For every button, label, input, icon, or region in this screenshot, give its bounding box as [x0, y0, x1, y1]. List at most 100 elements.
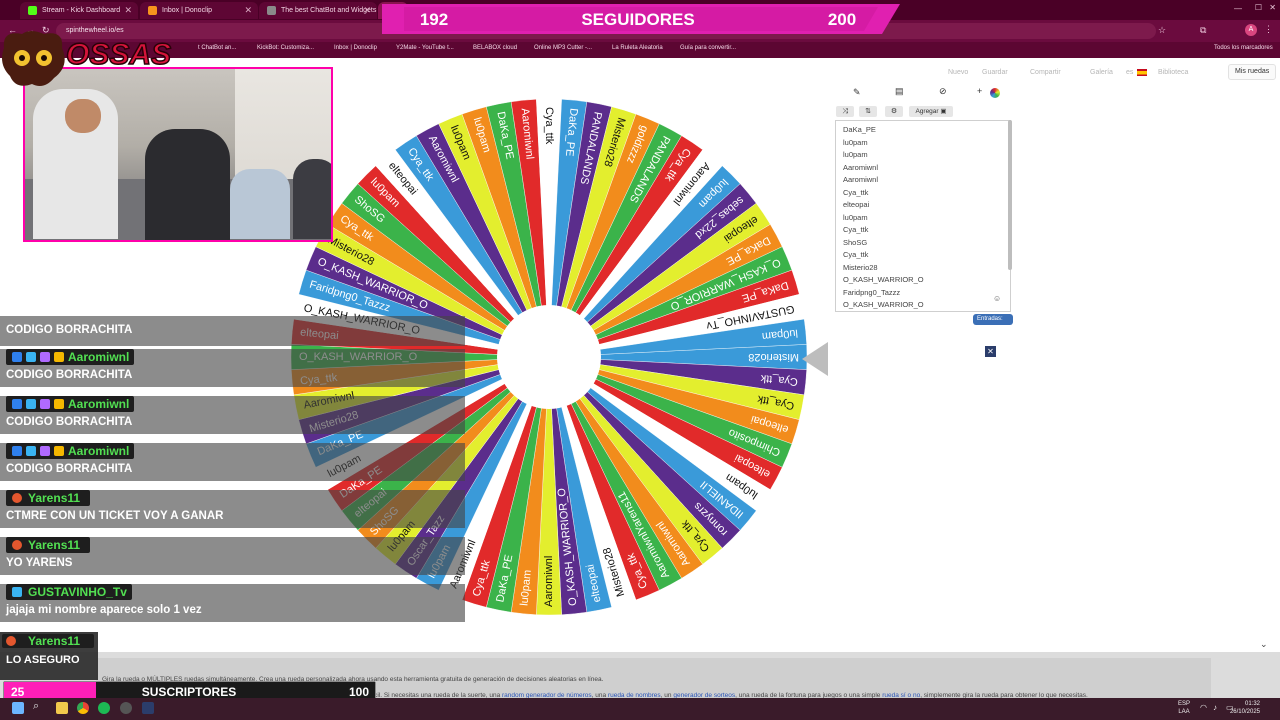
- spotify-icon[interactable]: [98, 702, 110, 714]
- hide-eye-icon[interactable]: ⊘: [939, 86, 947, 97]
- wheel-slice-label: Cya_ttk: [543, 107, 555, 145]
- volume-icon[interactable]: ♪: [1213, 703, 1217, 712]
- pencil-icon[interactable]: ✎: [853, 87, 861, 98]
- entries-scrollbar[interactable]: [1008, 120, 1012, 270]
- chat-username[interactable]: Aaromiwnl: [68, 444, 129, 458]
- clipboard-icon[interactable]: ▤: [895, 86, 904, 97]
- chat-message: Yarens11 LO ASEGURO: [0, 632, 98, 680]
- chat-username[interactable]: Aaromiwnl: [68, 397, 129, 411]
- nav-compartir[interactable]: Compartir: [1030, 69, 1061, 76]
- extensions-icon[interactable]: ⧉: [1200, 25, 1206, 36]
- settings-button[interactable]: ⚙: [885, 106, 903, 117]
- shuffle-button[interactable]: ⤨: [836, 106, 854, 117]
- entries-textarea[interactable]: DaKa_PE lu0pam lu0pam Aaromiwnl Aaromiwnl Cya…: [835, 120, 1011, 312]
- file-explorer-icon[interactable]: [56, 702, 68, 714]
- chat-message: GUSTAVINHO_Tv jajaja mi nombre aparece s…: [0, 584, 465, 622]
- all-bookmarks[interactable]: Todos los marcadores: [1214, 45, 1273, 51]
- chat-message: CODIGO BORRACHITA: [0, 316, 465, 346]
- chatbot-icon: [267, 6, 276, 15]
- bookmark-item[interactable]: t ChatBot an...: [198, 45, 236, 51]
- emoji-icon[interactable]: ☺: [993, 294, 1001, 303]
- close-ad-icon[interactable]: ✕: [985, 346, 996, 357]
- my-wheels-button[interactable]: Mis ruedas: [1228, 64, 1277, 80]
- entry-line: O_KASH_WARRIOR_O: [843, 300, 924, 309]
- sub-badge-icon: [12, 540, 22, 550]
- windows-start-icon[interactable]: [12, 702, 24, 714]
- lang-code: ESP: [1178, 701, 1191, 707]
- crown-badge-icon: [54, 352, 64, 362]
- entries-panel: ✎ ▤ ⊘ + ⤨ ⇅ ⚙ Agregar ▣ DaKa_PE lu0pam lu0…: [835, 84, 1013, 333]
- chat-user-tag: Yarens11: [6, 537, 90, 553]
- profile-avatar[interactable]: A: [1245, 24, 1257, 36]
- followers-current: 192: [420, 10, 448, 29]
- nav-biblioteca[interactable]: Biblioteca: [1158, 69, 1188, 76]
- tab-chatbot[interactable]: The best ChatBot and Widgets ✕: [259, 2, 377, 19]
- nav-guardar[interactable]: Guardar: [982, 69, 1008, 76]
- add-icon[interactable]: +: [977, 86, 982, 96]
- nav-nuevo[interactable]: Nuevo: [948, 69, 968, 76]
- wifi-icon[interactable]: ◠: [1200, 703, 1207, 712]
- menu-icon[interactable]: ⋮: [1264, 24, 1273, 35]
- chat-user-tag: Yarens11: [6, 490, 90, 506]
- sort-button[interactable]: ⇅: [859, 106, 877, 117]
- bookmark-item[interactable]: La Ruleta Aleatoria: [612, 45, 663, 51]
- shield-badge-icon: [26, 352, 36, 362]
- bookmark-item[interactable]: Guía para convertir...: [680, 45, 736, 51]
- person-4: [293, 159, 331, 239]
- person-1-head: [65, 99, 101, 133]
- bookmark-item[interactable]: Online MP3 Cutter -...: [534, 45, 592, 51]
- tab-donoclip[interactable]: Inbox | Donoclip ✕: [140, 2, 258, 19]
- nav-language[interactable]: es: [1126, 69, 1133, 76]
- gift-badge-icon: [40, 446, 50, 456]
- chat-text: YO YARENS: [6, 557, 73, 569]
- lang-layout: LAA: [1178, 709, 1190, 715]
- star-icon[interactable]: ☆: [1158, 25, 1166, 36]
- close-icon[interactable]: ✕: [124, 2, 132, 19]
- nav-galeria[interactable]: Galería: [1090, 69, 1113, 76]
- bookmark-item[interactable]: BELABOX cloud: [473, 45, 517, 51]
- chrome-icon[interactable]: [77, 702, 89, 714]
- maximize-icon[interactable]: ☐: [1255, 3, 1262, 12]
- scroll-down-icon[interactable]: ⌄: [1260, 639, 1268, 650]
- clock-time: 01:32: [1244, 701, 1260, 707]
- shield-badge-icon: [26, 446, 36, 456]
- bookmark-item[interactable]: Y2Mate - YouTube t...: [396, 45, 454, 51]
- entry-line: lu0pam: [843, 137, 868, 147]
- close-window-icon[interactable]: ✕: [1269, 3, 1276, 12]
- gift-badge-icon: [40, 352, 50, 362]
- language-indicator[interactable]: ESP LAA: [1178, 700, 1190, 716]
- close-icon[interactable]: ✕: [244, 2, 252, 19]
- chat-text: CODIGO BORRACHITA: [6, 463, 133, 475]
- system-clock[interactable]: 01:32 26/10/2025: [1230, 700, 1260, 716]
- bookmark-item[interactable]: KickBot: Customiza...: [257, 45, 314, 51]
- add-image-button[interactable]: Agregar ▣: [909, 106, 953, 117]
- search-icon[interactable]: ⌕: [33, 700, 39, 713]
- chat-user-tag: Aaromiwnl: [6, 349, 134, 365]
- verified-badge-icon: [12, 446, 22, 456]
- sub-badge-icon: [6, 636, 16, 646]
- followers-goal: 200: [828, 10, 856, 29]
- chat-username[interactable]: Aaromiwnl: [68, 350, 129, 364]
- clock-date: 26/10/2025: [1229, 709, 1260, 715]
- sort-icon: ⇅: [865, 108, 871, 115]
- color-palette-icon[interactable]: [990, 88, 1000, 98]
- app-icon[interactable]: [142, 702, 154, 714]
- kick-icon: [28, 6, 37, 15]
- logo-text: OSSAS: [66, 38, 171, 71]
- chat-username[interactable]: Yarens11: [28, 634, 80, 648]
- entry-line: Aaromiwnl: [843, 162, 879, 172]
- minimize-icon[interactable]: —: [1234, 4, 1242, 13]
- close-icon[interactable]: ✕: [363, 2, 371, 19]
- chat-text: jajaja mi nombre aparece solo 1 vez: [6, 604, 202, 616]
- chat-username[interactable]: Yarens11: [28, 491, 80, 505]
- wheel-slice-label: Aaromiwnl: [543, 556, 555, 607]
- chat-username[interactable]: Yarens11: [28, 538, 80, 552]
- crown-badge-icon: [54, 446, 64, 456]
- wheel-center-hub[interactable]: [497, 305, 601, 409]
- chat-text: CTMRE CON UN TICKET VOY A GANAR: [6, 510, 224, 522]
- bookmark-item[interactable]: Inbox | Donoclip: [334, 45, 377, 51]
- obs-icon[interactable]: [120, 702, 132, 714]
- gift-badge-icon: [40, 399, 50, 409]
- chat-username[interactable]: GUSTAVINHO_Tv: [28, 585, 127, 599]
- tab-kick-dashboard[interactable]: Stream - Kick Dashboard ✕: [20, 2, 138, 19]
